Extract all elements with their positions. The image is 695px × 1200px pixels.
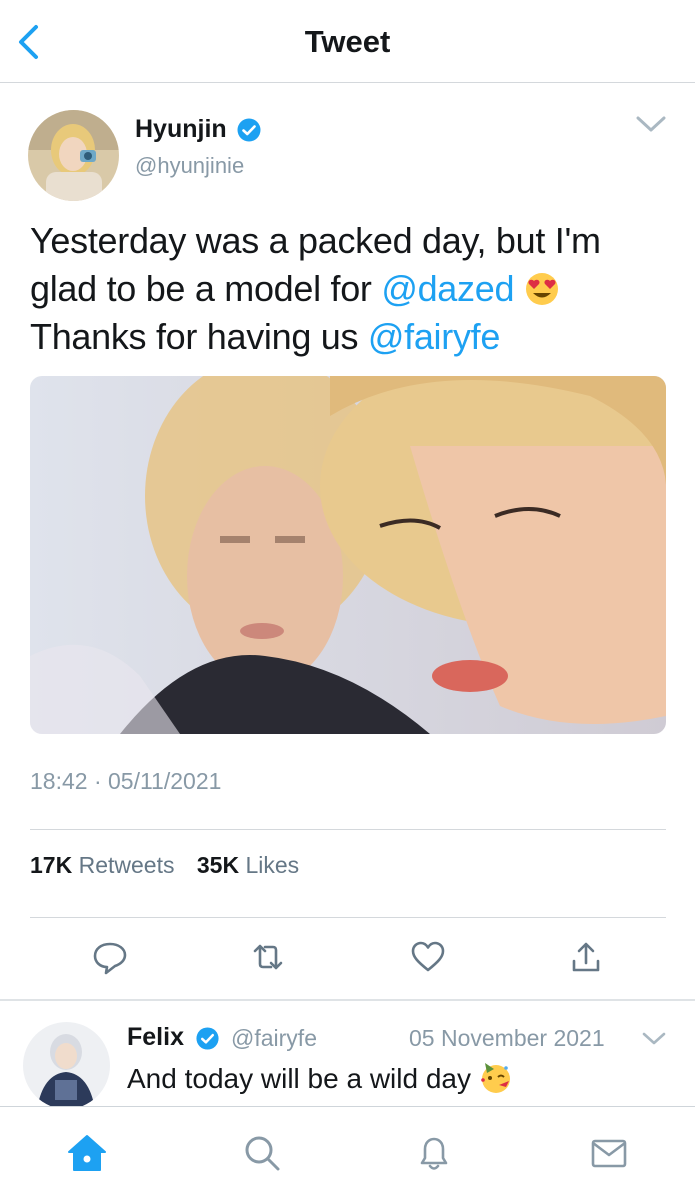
- reply-author-handle[interactable]: @fairyfe: [231, 1025, 317, 1052]
- reply-text: And today will be a wild day: [127, 1060, 513, 1097]
- section-divider: [0, 999, 695, 1001]
- reply-avatar[interactable]: [23, 1022, 110, 1109]
- likes-label[interactable]: Likes: [245, 852, 299, 878]
- verified-badge-icon: [237, 118, 261, 142]
- avatar[interactable]: [28, 110, 119, 201]
- home-icon[interactable]: [65, 1131, 109, 1175]
- tweet-image[interactable]: [30, 376, 666, 734]
- reply-icon[interactable]: [90, 937, 130, 977]
- page-title: Tweet: [304, 24, 391, 59]
- divider: [30, 917, 666, 918]
- author-name[interactable]: Hyunjin: [135, 115, 227, 144]
- retweet-icon[interactable]: [248, 937, 288, 977]
- author-handle[interactable]: @hyunjinie: [135, 153, 244, 179]
- top-nav-bar: Tweet: [0, 0, 695, 83]
- mention-link[interactable]: @fairyfe: [368, 316, 500, 357]
- like-icon[interactable]: [408, 937, 448, 977]
- tweet-text: Yesterday was a packed day, but I'm glad…: [30, 220, 601, 357]
- tweet-timestamp: 18:42 · 05/11/2021: [30, 768, 222, 794]
- tweet-stats: 17K Retweets 35K Likes: [30, 852, 299, 879]
- share-icon[interactable]: [566, 937, 606, 977]
- reply-date: 05 November 2021: [409, 1025, 605, 1051]
- verified-badge-icon: [196, 1027, 219, 1050]
- partying-face-emoji-icon: [480, 1063, 510, 1093]
- retweets-count[interactable]: 17K: [30, 852, 72, 878]
- bottom-tab-bar: [0, 1107, 695, 1200]
- divider: [30, 829, 666, 830]
- notifications-icon[interactable]: [412, 1131, 456, 1175]
- mention-link[interactable]: @dazed: [381, 268, 514, 309]
- search-icon[interactable]: [240, 1131, 284, 1175]
- messages-icon[interactable]: [587, 1131, 631, 1175]
- chevron-down-icon[interactable]: [634, 112, 668, 136]
- chevron-down-icon[interactable]: [641, 1028, 667, 1050]
- retweets-label[interactable]: Retweets: [79, 852, 175, 878]
- reply-author-name[interactable]: Felix: [127, 1023, 184, 1052]
- heart-eyes-emoji-icon: [525, 273, 558, 305]
- likes-count[interactable]: 35K: [197, 852, 239, 878]
